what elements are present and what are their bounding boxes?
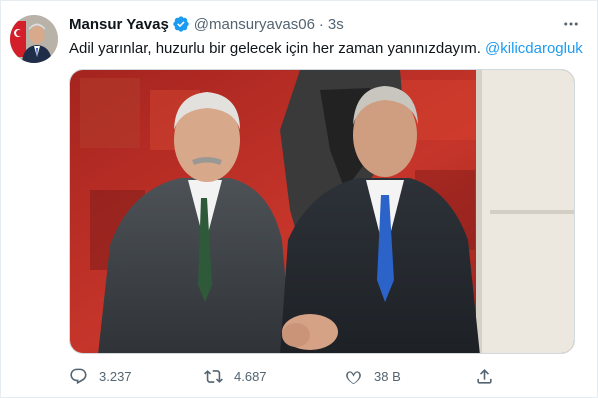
more-icon (564, 22, 578, 26)
reply-count: 3.237 (99, 368, 132, 384)
tweet-timestamp[interactable]: 3s (328, 16, 344, 33)
verified-badge-icon (173, 16, 189, 32)
tweet-photo[interactable] (69, 69, 575, 354)
tweet-header: Mansur Yavaş @mansuryavas06 · 3s (69, 14, 344, 34)
photo-image (70, 70, 574, 353)
tweet-actions: 3.237 4.687 38 B (69, 365, 499, 387)
like-button[interactable]: 38 B (344, 365, 401, 387)
reply-icon (70, 368, 87, 384)
share-icon (477, 368, 492, 384)
tweet-card[interactable]: Mansur Yavaş @mansuryavas06 · 3s Adil ya… (0, 0, 598, 398)
more-options-button[interactable] (561, 14, 581, 34)
author-handle[interactable]: @mansuryavas06 (194, 16, 315, 33)
tweet-text: Adil yarınlar, huzurlu bir gelecek için … (69, 39, 583, 58)
like-count: 38 B (374, 368, 401, 384)
retweet-count: 4.687 (234, 368, 267, 384)
retweet-button[interactable]: 4.687 (204, 365, 267, 387)
separator-dot: · (318, 15, 324, 33)
avatar-photo (10, 15, 58, 63)
share-button[interactable] (475, 365, 494, 387)
reply-button[interactable]: 3.237 (69, 365, 132, 387)
tweet-body: Adil yarınlar, huzurlu bir gelecek için … (69, 40, 481, 57)
mention-link[interactable]: @kilicdarogluk (485, 40, 583, 57)
like-icon (346, 370, 361, 384)
retweet-icon (204, 369, 223, 383)
author-avatar[interactable] (10, 15, 58, 63)
author-name[interactable]: Mansur Yavaş (69, 16, 169, 33)
